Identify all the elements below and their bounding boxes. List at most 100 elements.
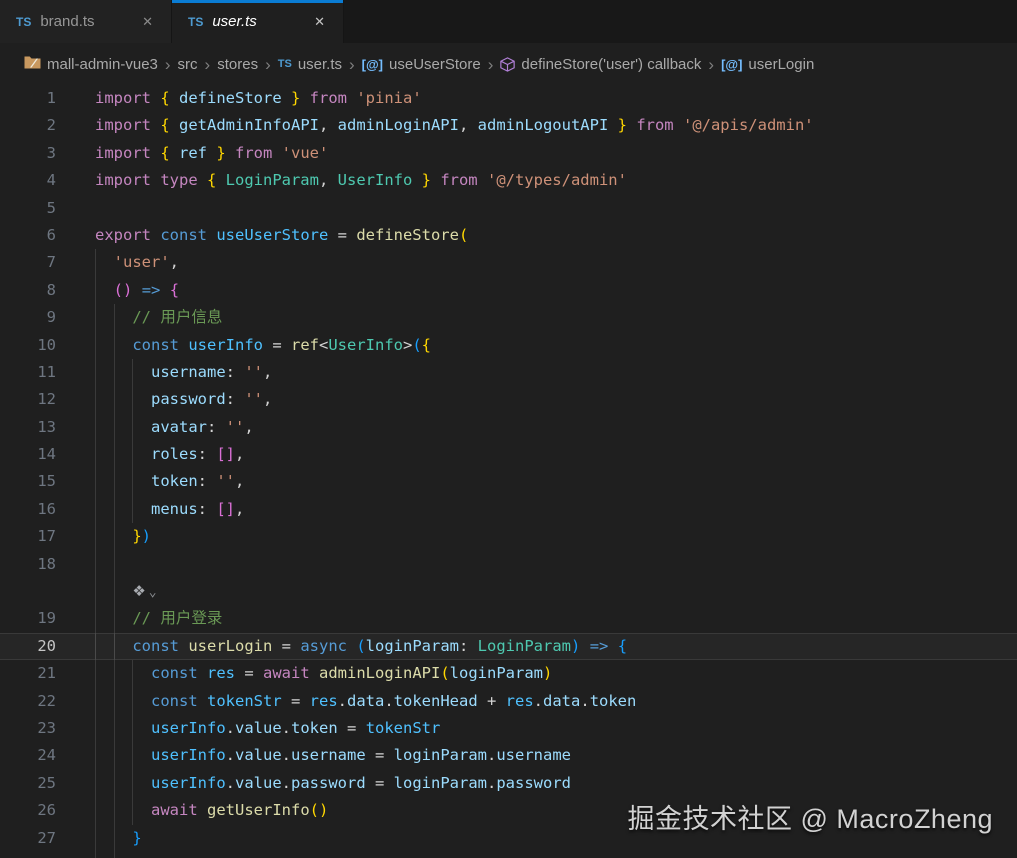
code-token: import — [95, 143, 151, 162]
code-token: password — [151, 390, 226, 409]
code-line-content: menus: [], — [95, 495, 1017, 524]
code-line-content: token: '', — [95, 468, 1017, 496]
code-token: ( — [412, 335, 422, 354]
code-editor[interactable]: 1 import { defineStore } from 'pinia' 2 imp… — [0, 85, 1017, 858]
code-token: '@/apis/admin' — [682, 116, 814, 135]
indent-guide — [95, 714, 96, 743]
code-token: : — [225, 362, 245, 381]
code-token: // 用户信息 — [132, 308, 223, 327]
breadcrumb-label: defineStore('user') callback — [521, 55, 702, 73]
code-line-content: // 用户登录 — [95, 605, 1017, 633]
crumb-project-folder[interactable]: mall-admin-vue3 — [24, 55, 158, 73]
indent-guide — [132, 386, 134, 414]
indent-guide — [132, 797, 134, 825]
code-line: 2 import { getAdminInfoAPI, adminLoginAPI… — [0, 112, 1017, 139]
crumb-src[interactable]: src — [178, 56, 198, 73]
tab-user-ts[interactable]: TS user.ts ✕ — [172, 0, 344, 43]
line-number: 5 — [46, 198, 56, 217]
tab-brand-ts[interactable]: TS brand.ts ✕ — [0, 0, 172, 43]
breadcrumb-label: stores — [217, 55, 259, 73]
indent-guide — [95, 413, 96, 442]
close-icon[interactable]: ✕ — [310, 12, 329, 32]
code-token: '' — [216, 472, 236, 491]
code-token: ref — [290, 335, 319, 354]
crumb-symbol-userlogin[interactable]: [@] userLogin — [721, 56, 814, 73]
indent-guide — [95, 276, 96, 305]
code-token: : — [459, 636, 478, 655]
code-token: loginParam — [393, 773, 487, 792]
indent-guide — [113, 797, 115, 825]
indent-guide — [95, 851, 96, 858]
indent-guide — [95, 660, 96, 688]
indent-guide — [113, 358, 115, 387]
code-line-content: avatar: '', — [95, 413, 1017, 442]
indent-guide — [95, 632, 96, 661]
code-token: . — [487, 746, 497, 765]
indent-guide — [132, 495, 134, 524]
code-token: , — [235, 499, 245, 518]
crumb-symbol-definestore-callback[interactable]: defineStore('user') callback — [500, 56, 701, 73]
code-token: username — [291, 746, 366, 765]
code-token: { — [169, 280, 180, 299]
ai-assistant-icon[interactable]: ❖ — [132, 582, 145, 600]
line-number: 20 — [37, 636, 56, 655]
code-token: } — [412, 171, 441, 190]
line-number: 25 — [37, 773, 56, 792]
line-number: 28 — [0, 852, 56, 858]
code-token: } — [608, 116, 637, 135]
code-token: . — [225, 718, 235, 737]
code-line-content: const res = await adminLoginAPI(loginPar… — [95, 660, 1017, 688]
code-token: from — [235, 143, 282, 162]
line-number: 7 — [46, 253, 56, 272]
code-token: res — [505, 691, 534, 710]
code-line-content: // 用户信息 — [95, 304, 1017, 332]
indent-guide — [95, 687, 96, 715]
code-line: 11 username: '', — [0, 358, 1017, 387]
indent-guide — [95, 358, 96, 387]
code-token: 'user' — [113, 253, 170, 272]
code-line: 10 const userInfo = ref<UserInfo>({ — [0, 331, 1017, 359]
code-line: 15 token: '', — [0, 468, 1017, 496]
code-token: token — [291, 718, 338, 737]
indent-guide — [95, 386, 96, 414]
indent-guide — [95, 769, 96, 798]
close-icon[interactable]: ✕ — [138, 12, 157, 32]
crumb-symbol-useuserstore[interactable]: [@] useUserStore — [362, 56, 481, 73]
code-line: 12 password: '', — [0, 386, 1017, 414]
code-line: 1 import { defineStore } from 'pinia' — [0, 85, 1017, 112]
indent-guide — [113, 441, 115, 469]
crumb-stores[interactable]: stores — [217, 56, 258, 73]
indent-guide — [95, 550, 96, 579]
code-token: } — [207, 143, 235, 162]
code-token: : — [197, 499, 217, 518]
code-token: export — [95, 225, 161, 244]
breadcrumb: mall-admin-vue3 › src › stores › TS user.ts › [@]… — [0, 43, 1017, 85]
code-token: tokenHead — [393, 691, 478, 710]
breadcrumb-label: useUserStore — [389, 55, 481, 73]
code-token: , — [235, 472, 245, 491]
code-token: , — [169, 253, 180, 272]
code-line-content: export const useUserStore = defineStore( — [95, 222, 1017, 249]
indent-guide — [113, 851, 115, 858]
typescript-file-icon: TS — [16, 14, 32, 29]
line-number: 18 — [37, 554, 56, 573]
code-token: adminLogoutAPI — [477, 116, 609, 135]
breadcrumb-label: src — [177, 55, 198, 73]
code-line-content: () => { — [95, 276, 1017, 305]
chevron-down-icon[interactable]: ⌄ — [149, 585, 157, 600]
code-token: data — [347, 691, 385, 710]
code-token: getUserInfo — [207, 801, 310, 820]
code-token: . — [487, 773, 497, 792]
crumb-file-user-ts[interactable]: TS user.ts — [278, 56, 342, 73]
code-token: 'vue' — [281, 143, 329, 162]
code-line: 6 export const useUserStore = defineStore… — [0, 222, 1017, 249]
tab-bar: TS brand.ts ✕ TS user.ts ✕ — [0, 0, 1017, 43]
code-token: : — [225, 390, 245, 409]
code-token: = — [272, 636, 301, 655]
